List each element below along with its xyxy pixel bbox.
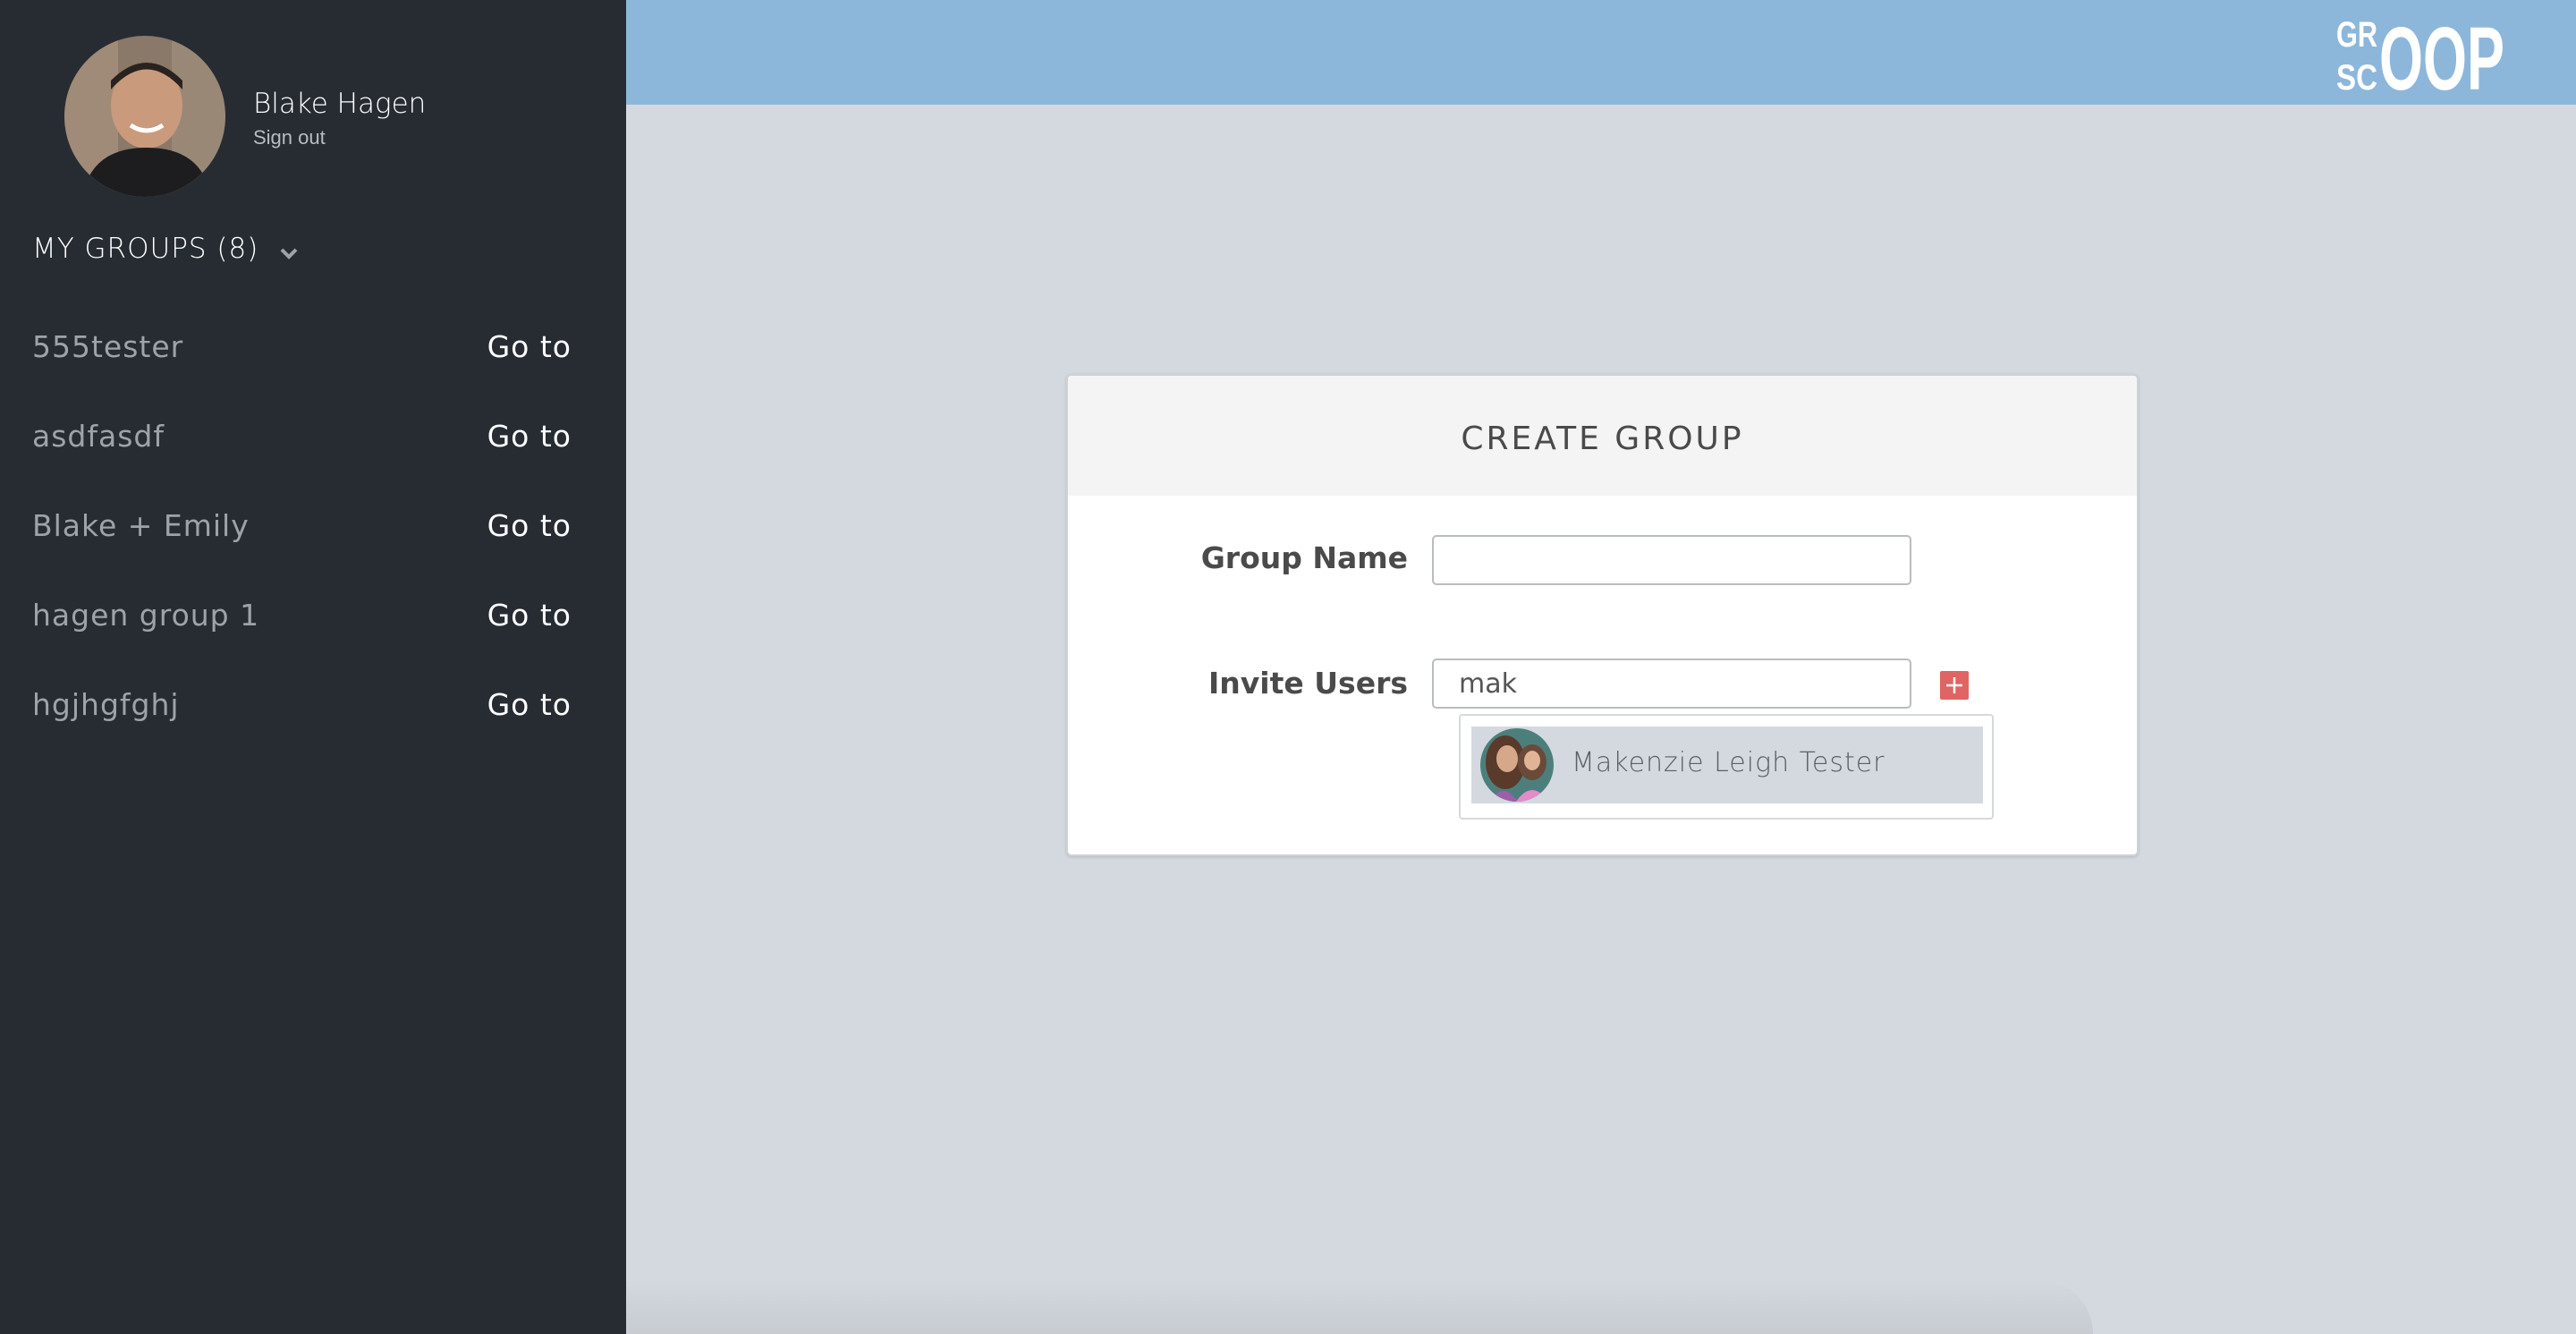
top-bar: GR SC OOP: [626, 0, 2576, 105]
logo-text-main: OOP: [2379, 11, 2504, 93]
user-suggestion-dropdown: Makenzie Leigh Tester: [1459, 714, 1994, 820]
group-name[interactable]: asdfasdf: [32, 419, 165, 454]
create-group-card: CREATE GROUP Group Name Invite Users mak…: [1066, 374, 2139, 856]
plus-icon: [1946, 677, 1962, 693]
sign-out-link[interactable]: Sign out: [253, 126, 326, 149]
go-to-link[interactable]: Go to: [487, 598, 572, 633]
go-to-link[interactable]: Go to: [487, 419, 572, 454]
suggestion-avatar: [1480, 728, 1554, 802]
group-name-input[interactable]: [1432, 535, 1911, 585]
invite-users-label: Invite Users: [1208, 666, 1408, 701]
group-item: 555tester Go to: [0, 310, 626, 381]
card-header: CREATE GROUP: [1068, 376, 2137, 496]
chevron-down-icon[interactable]: [277, 242, 301, 265]
group-item: asdfasdf Go to: [0, 399, 626, 471]
add-user-button[interactable]: [1940, 671, 1969, 700]
group-name[interactable]: hgjhgfghj: [32, 687, 180, 722]
sidebar: Blake Hagen Sign out MY GROUPS (8) 555te…: [0, 0, 626, 1334]
groop-logo[interactable]: GR SC OOP: [2336, 11, 2506, 93]
bottom-shadow: [626, 1279, 2093, 1334]
group-name[interactable]: 555tester: [32, 329, 183, 364]
group-item: Blake + Emily Go to: [0, 489, 626, 560]
logo-text-bottom: SC: [2336, 58, 2377, 93]
suggestion-item[interactable]: Makenzie Leigh Tester: [1471, 726, 1983, 803]
user-name: Blake Hagen: [253, 88, 427, 120]
go-to-link[interactable]: Go to: [487, 687, 572, 722]
group-name[interactable]: hagen group 1: [32, 598, 259, 633]
invite-users-input[interactable]: [1432, 659, 1911, 709]
go-to-link[interactable]: Go to: [487, 329, 572, 364]
group-name[interactable]: Blake + Emily: [32, 508, 250, 543]
suggestion-name: Makenzie Leigh Tester: [1572, 747, 1885, 778]
group-item: hagen group 1 Go to: [0, 578, 626, 650]
my-groups-header[interactable]: MY GROUPS (8): [32, 233, 258, 265]
user-avatar[interactable]: [64, 36, 225, 197]
group-name-label: Group Name: [1200, 540, 1408, 575]
go-to-link[interactable]: Go to: [487, 508, 572, 543]
group-item: hgjhgfghj Go to: [0, 667, 626, 739]
page-title: CREATE GROUP: [1461, 421, 1744, 457]
logo-text-top: GR: [2336, 15, 2377, 55]
